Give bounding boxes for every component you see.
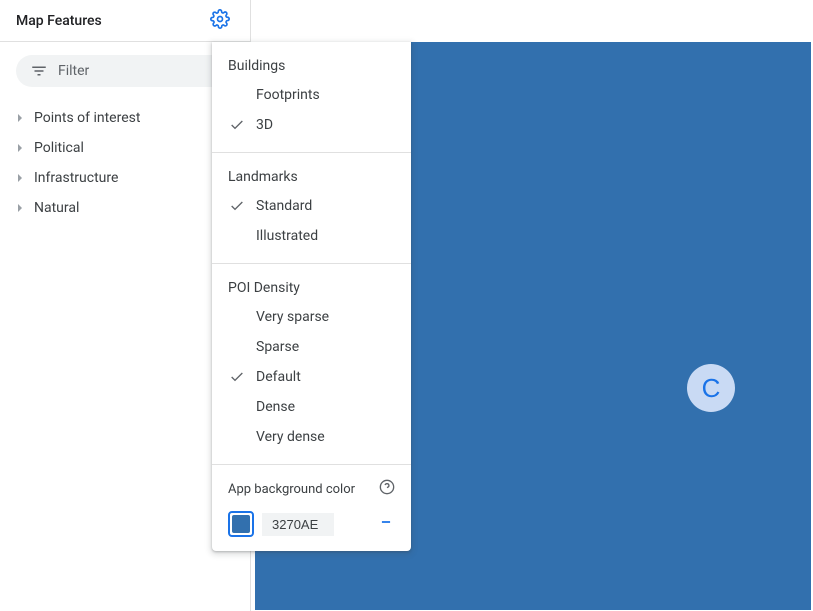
sidebar-title: Map Features: [16, 13, 102, 29]
option-dense[interactable]: Dense: [212, 392, 411, 422]
checkmark-icon: [228, 369, 246, 385]
option-illustrated[interactable]: Illustrated: [212, 221, 411, 251]
settings-group-title: Buildings: [212, 54, 411, 80]
map-marker[interactable]: C: [687, 364, 735, 412]
svg-text:C: C: [702, 373, 721, 403]
color-row: [228, 511, 395, 537]
option-label: Dense: [256, 399, 295, 415]
option-label: 3D: [256, 117, 273, 133]
option-3d[interactable]: 3D: [212, 110, 411, 140]
chevron-right-icon: [16, 174, 24, 182]
color-hex-input[interactable]: [262, 513, 334, 536]
app-background-header: App background color: [228, 479, 395, 511]
tree-item-label: Political: [34, 140, 84, 156]
color-swatch-button[interactable]: [228, 511, 254, 537]
app-background-title: App background color: [228, 482, 355, 497]
tree-item-label: Infrastructure: [34, 170, 118, 186]
help-icon[interactable]: [379, 479, 395, 499]
option-standard[interactable]: Standard: [212, 191, 411, 221]
option-very-dense[interactable]: Very dense: [212, 422, 411, 452]
settings-group-landmarks: Landmarks Standard Illustrated: [212, 153, 411, 257]
option-footprints[interactable]: Footprints: [212, 80, 411, 110]
option-label: Default: [256, 369, 301, 385]
tree-item-label: Points of interest: [34, 110, 140, 126]
filter-input[interactable]: Filter: [16, 55, 234, 87]
filter-icon: [30, 62, 48, 80]
option-sparse[interactable]: Sparse: [212, 332, 411, 362]
marker-letter-icon: C: [687, 364, 735, 412]
filter-placeholder: Filter: [58, 63, 89, 79]
gear-icon: [210, 9, 230, 29]
option-default[interactable]: Default: [212, 362, 411, 392]
option-label: Sparse: [256, 339, 299, 355]
sidebar-header: Map Features: [0, 0, 250, 42]
app-background-section: App background color: [212, 465, 411, 543]
settings-group-title: POI Density: [212, 276, 411, 302]
chevron-right-icon: [16, 114, 24, 122]
option-label: Illustrated: [256, 228, 318, 244]
option-label: Very sparse: [256, 309, 329, 325]
chevron-right-icon: [16, 204, 24, 212]
settings-button[interactable]: [206, 5, 234, 36]
checkmark-icon: [228, 198, 246, 214]
settings-group-poi-density: POI Density Very sparse Sparse Default D…: [212, 264, 411, 458]
option-very-sparse[interactable]: Very sparse: [212, 302, 411, 332]
settings-panel: Buildings Footprints 3D Landmarks Standa…: [212, 42, 411, 551]
minus-icon[interactable]: [377, 515, 395, 533]
settings-group-title: Landmarks: [212, 165, 411, 191]
option-label: Standard: [256, 198, 312, 214]
tree-item-label: Natural: [34, 200, 79, 216]
settings-group-buildings: Buildings Footprints 3D: [212, 42, 411, 146]
option-label: Very dense: [256, 429, 325, 445]
chevron-right-icon: [16, 144, 24, 152]
color-swatch: [232, 515, 250, 533]
color-hex-wrap: [254, 513, 395, 536]
checkmark-icon: [228, 117, 246, 133]
option-label: Footprints: [256, 87, 320, 103]
